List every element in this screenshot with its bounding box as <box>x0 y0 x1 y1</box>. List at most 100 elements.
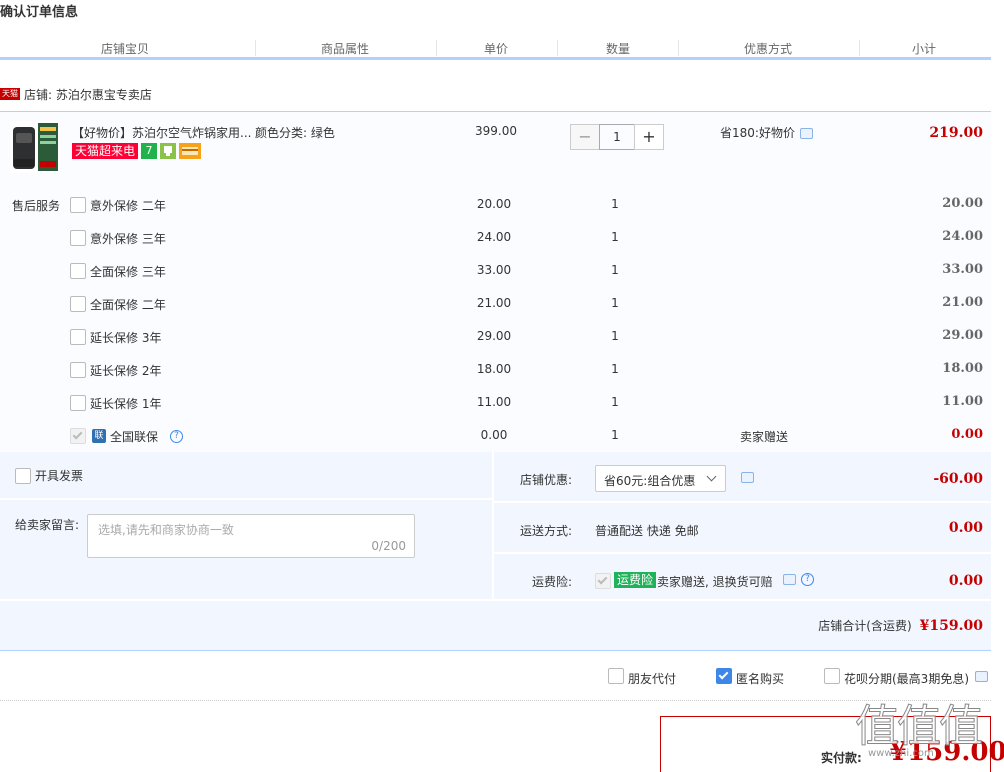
shipping-value: 0.00 <box>948 520 983 536</box>
service-subtotal: 33.00 <box>942 262 983 277</box>
divider <box>0 498 492 500</box>
anonymous-checkbox[interactable] <box>716 668 732 684</box>
service-subtotal: 20.00 <box>942 196 983 211</box>
service-subtotal: 11.00 <box>942 394 983 409</box>
huabei-label[interactable]: 花呗分期(最高3期免息) <box>844 670 969 687</box>
service-price: 21.00 <box>476 296 512 310</box>
service-price: 33.00 <box>476 263 512 277</box>
shop-name[interactable]: 店铺: 苏泊尔惠宝专卖店 <box>24 86 152 103</box>
product-discount: 省180:好物价 <box>720 124 813 141</box>
service-subtotal: 18.00 <box>942 361 983 376</box>
divider <box>494 552 991 554</box>
freight-insurance-desc: 卖家赠送, 退换货可赔 <box>657 575 773 589</box>
service-price: 11.00 <box>476 395 512 409</box>
message-icon[interactable] <box>783 574 796 585</box>
service-name: 意外保修 二年 <box>90 199 166 213</box>
green-badge-icon <box>160 143 177 159</box>
discount-text: 省180:好物价 <box>720 126 795 140</box>
help-icon[interactable]: ? <box>801 573 814 586</box>
invoice-option[interactable]: 开具发票 <box>15 467 83 484</box>
service-qty: 1 <box>611 329 619 343</box>
seven-day-return-icon: 7 <box>141 143 158 159</box>
shop-total-value: ¥159.00 <box>919 617 983 634</box>
message-placeholder: 选填,请先和商家协商一致 <box>98 523 234 537</box>
service-qty: 1 <box>611 362 619 376</box>
shop-discount-value: -60.00 <box>933 471 983 487</box>
service-price: 20.00 <box>476 197 512 211</box>
national-warranty-badge: 联 <box>92 429 106 443</box>
service-row: 延长保修 2年 18.00 1 18.00 <box>0 358 991 382</box>
chevron-down-icon <box>706 471 717 482</box>
invoice-label: 开具发票 <box>35 469 84 483</box>
table-header: 店铺宝贝 商品属性 单价 数量 优惠方式 小计 <box>0 36 991 60</box>
service-subtotal: 29.00 <box>942 328 983 343</box>
service-price: 24.00 <box>476 230 512 244</box>
service-qty: 1 <box>611 197 619 211</box>
product-thumbnail[interactable] <box>10 121 60 173</box>
help-icon[interactable]: ? <box>170 430 183 443</box>
message-count: 0/200 <box>371 539 406 553</box>
service-name: 全面保修 二年 <box>90 298 166 312</box>
col-divider <box>859 40 860 56</box>
qty-plus-button[interactable]: + <box>634 124 664 150</box>
service-name: 延长保修 3年 <box>90 331 162 345</box>
shop-discount-label: 店铺优惠: <box>520 473 573 487</box>
friend-pay-checkbox[interactable] <box>608 668 624 684</box>
service-checkbox[interactable] <box>70 395 86 411</box>
col-divider <box>557 40 558 56</box>
col-item: 店铺宝贝 <box>100 42 149 56</box>
friend-pay-label[interactable]: 朋友代付 <box>628 670 676 687</box>
message-textarea[interactable]: 选填,请先和商家协商一致 0/200 <box>87 514 415 558</box>
service-checkbox[interactable] <box>70 296 86 312</box>
service-checkbox[interactable] <box>70 230 86 246</box>
service-row: 延长保修 1年 11.00 1 11.00 <box>0 391 991 415</box>
service-subtotal: 24.00 <box>942 229 983 244</box>
qty-minus-button[interactable]: − <box>570 124 600 150</box>
shop-total: 店铺合计(含运费) ¥159.00 <box>818 617 983 634</box>
service-name: 全面保修 三年 <box>90 265 166 279</box>
service-checkbox[interactable] <box>70 197 86 213</box>
message-icon[interactable] <box>975 671 988 682</box>
service-row: 意外保修 三年 24.00 1 24.00 <box>0 226 991 250</box>
huabei-checkbox[interactable] <box>824 668 840 684</box>
anonymous-label[interactable]: 匿名购买 <box>736 670 784 687</box>
message-icon[interactable] <box>741 472 754 483</box>
service-row: 全面保修 三年 33.00 1 33.00 <box>0 259 991 283</box>
service-checkbox[interactable] <box>70 263 86 279</box>
shipping-label: 运送方式: <box>520 524 573 538</box>
product-tags: 天猫超来电 7 <box>72 143 202 159</box>
message-icon[interactable] <box>799 128 813 139</box>
product-subtotal: 219.00 <box>929 125 983 141</box>
freight-insurance-checkbox <box>595 573 611 589</box>
tmall-badge: 天猫 <box>0 88 20 100</box>
watermark-url: www.zhi.com <box>868 748 934 759</box>
col-qty: 数量 <box>605 42 630 56</box>
product-attr: 颜色分类: 绿色 <box>255 126 335 140</box>
shop-total-label: 店铺合计(含运费) <box>818 619 912 633</box>
col-subtotal: 小计 <box>911 42 936 56</box>
qty-input[interactable]: 1 <box>599 124 635 150</box>
divider <box>0 700 991 701</box>
order-extras-section: 开具发票 给卖家留言: 选填,请先和商家协商一致 0/200 店铺优惠: 省60… <box>0 452 991 651</box>
national-warranty-row: 联 全国联保 ? 0.00 1 卖家赠送 0.00 <box>0 424 991 448</box>
page-title: 确认订单信息 <box>0 5 79 20</box>
national-warranty-price: 0.00 <box>480 428 508 442</box>
national-warranty-discount: 卖家赠送 <box>740 430 789 444</box>
col-divider <box>678 40 679 56</box>
invoice-checkbox[interactable] <box>15 467 31 484</box>
product-section: 【好物价】苏泊尔空气炸锅家用... 天猫超来电 7 颜色分类: 绿色 399.0… <box>0 111 991 452</box>
service-qty: 1 <box>611 395 619 409</box>
shop-discount-selected: 省60元:组合优惠 <box>604 474 696 488</box>
service-qty: 1 <box>611 230 619 244</box>
product-name[interactable]: 【好物价】苏泊尔空气炸锅家用... <box>72 124 251 141</box>
service-subtotal: 21.00 <box>942 295 983 310</box>
service-row: 延长保修 3年 29.00 1 29.00 <box>0 325 991 349</box>
col-divider <box>436 40 437 56</box>
col-price: 单价 <box>483 42 508 56</box>
tmall-super-tag: 天猫超来电 <box>72 143 139 159</box>
service-checkbox[interactable] <box>70 329 86 345</box>
service-checkbox[interactable] <box>70 362 86 378</box>
shop-discount-select[interactable]: 省60元:组合优惠 <box>595 465 726 492</box>
national-warranty-qty: 1 <box>611 428 619 442</box>
national-warranty-subtotal: 0.00 <box>951 427 983 442</box>
